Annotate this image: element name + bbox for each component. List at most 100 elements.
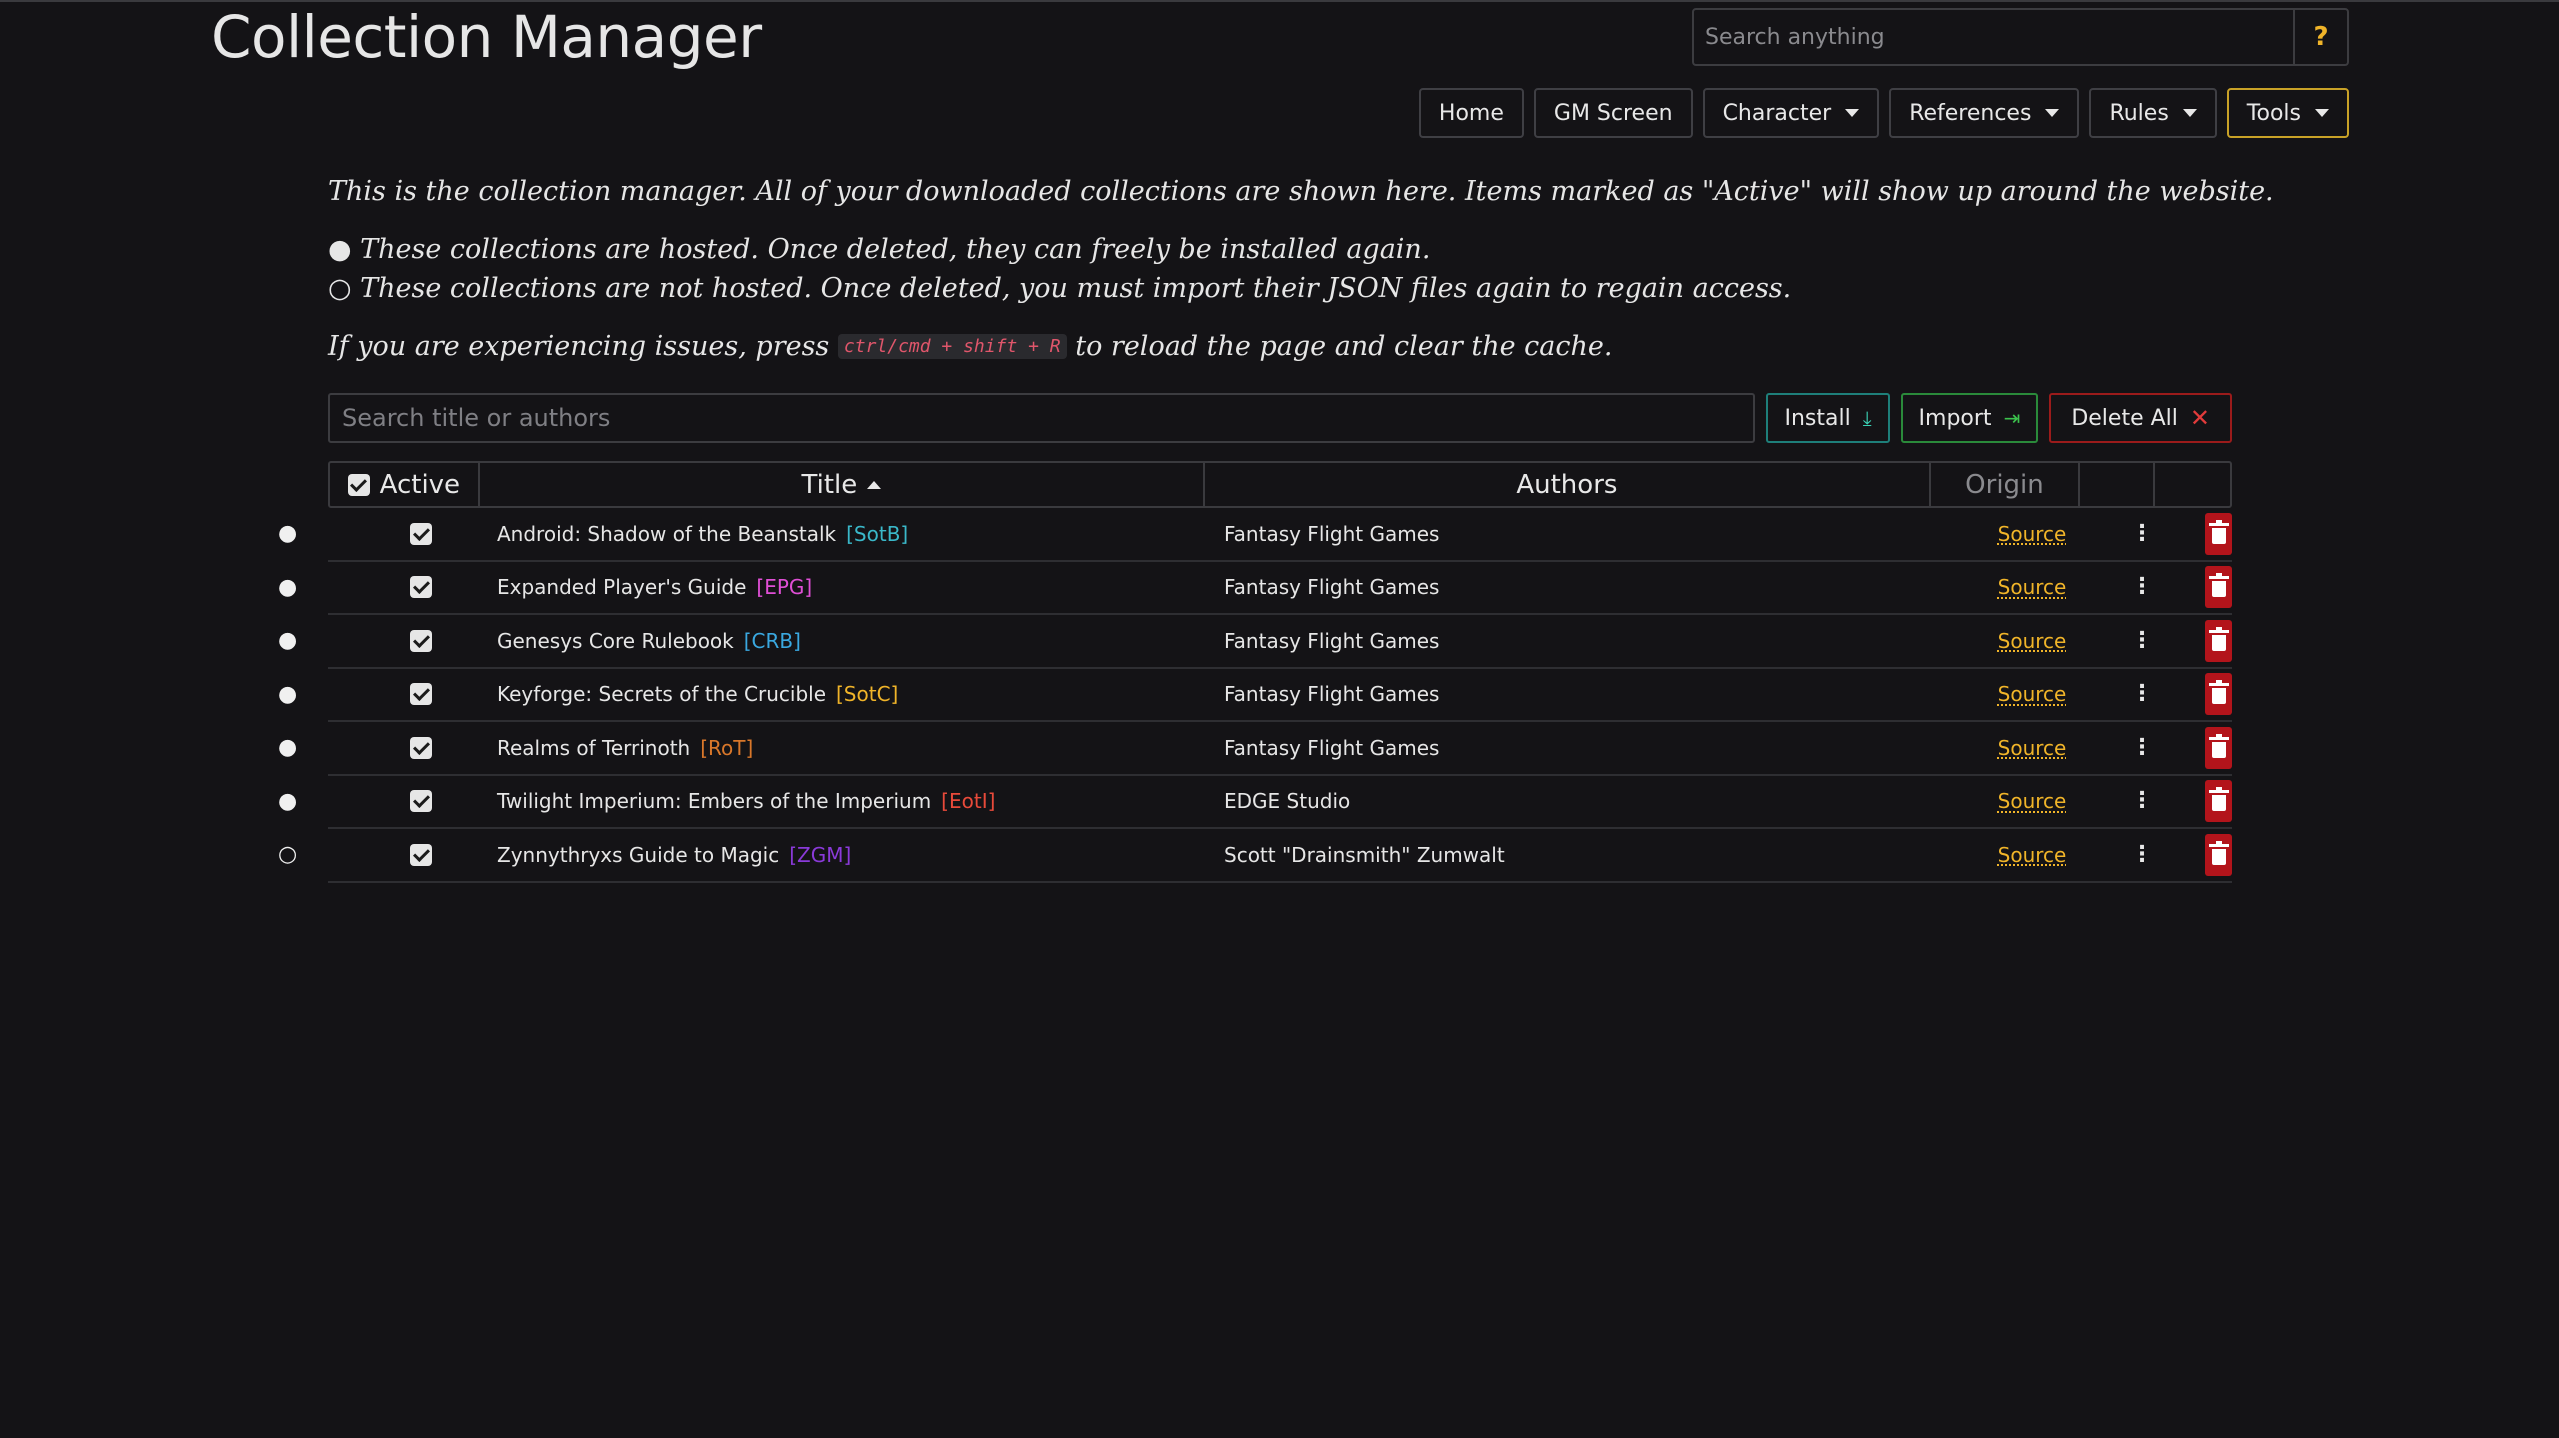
trash-icon: [2208, 573, 2229, 598]
delete-collection-button[interactable]: [2205, 619, 2232, 662]
select-all-checkbox[interactable]: [347, 473, 370, 496]
active-cell: [328, 722, 478, 774]
collection-abbreviation: [SotB]: [846, 521, 909, 546]
nav-rules-button[interactable]: Rules: [2089, 88, 2217, 138]
active-checkbox[interactable]: [410, 629, 432, 652]
delete-cell: [2157, 615, 2232, 667]
nav-home-button[interactable]: Home: [1418, 88, 1524, 138]
collection-title: Twilight Imperium: Embers of the Imperiu…: [497, 789, 932, 814]
source-link[interactable]: Source: [1998, 682, 2067, 706]
import-label: Import: [1918, 405, 1992, 431]
active-cell: [328, 615, 478, 667]
trash-icon: [2208, 840, 2229, 865]
hosted-status-bullet: ●: [278, 788, 298, 814]
import-icon: ⇥: [2003, 406, 2021, 430]
source-link[interactable]: Source: [1998, 522, 2067, 546]
menu-cell: ⋮: [2082, 615, 2157, 667]
nav-gm-screen-button[interactable]: GM Screen: [1533, 88, 1693, 138]
active-checkbox[interactable]: [410, 736, 432, 759]
more-options-icon[interactable]: ⋮: [2131, 736, 2153, 759]
title-cell: Zynnythryxs Guide to Magic [ZGM]: [478, 829, 1205, 881]
delete-all-button[interactable]: Delete All ✕: [2049, 393, 2232, 443]
delete-collection-button[interactable]: [2205, 512, 2232, 555]
collection-authors: Fantasy Flight Games: [1224, 682, 1440, 707]
trash-icon: [2208, 787, 2229, 812]
download-icon: ⤓: [1862, 406, 1872, 430]
more-options-icon[interactable]: ⋮: [2131, 790, 2153, 812]
collection-title: Realms of Terrinoth: [497, 735, 691, 760]
hosted-status-bullet: ○: [278, 842, 298, 868]
hosted-status-bullet: ●: [278, 628, 298, 654]
nav-character-button[interactable]: Character: [1702, 88, 1880, 138]
menu-cell: ⋮: [2082, 776, 2157, 828]
trash-icon: [2208, 733, 2229, 758]
table-body: ● Android: Shadow of the Beanstalk [SotB…: [278, 508, 2232, 883]
header-authors[interactable]: Authors: [1205, 463, 1931, 506]
trash-icon: [2208, 680, 2229, 705]
more-options-icon[interactable]: ⋮: [2131, 629, 2153, 652]
delete-collection-button[interactable]: [2205, 566, 2232, 609]
active-checkbox[interactable]: [410, 576, 432, 599]
active-checkbox[interactable]: [410, 843, 432, 866]
source-link[interactable]: Source: [1998, 736, 2067, 760]
header-origin: Origin: [1931, 463, 2081, 506]
active-cell: [328, 829, 478, 881]
nav-references-button[interactable]: References: [1889, 88, 2080, 138]
source-link[interactable]: Source: [1998, 843, 2067, 867]
more-options-icon[interactable]: ⋮: [2131, 522, 2153, 545]
source-link[interactable]: Source: [1998, 629, 2067, 653]
menu-cell: ⋮: [2082, 508, 2157, 560]
table-row: ● Twilight Imperium: Embers of the Imper…: [278, 776, 2232, 829]
delete-collection-button[interactable]: [2205, 673, 2232, 716]
collection-authors: EDGE Studio: [1224, 789, 1351, 814]
hosted-status-bullet: ●: [278, 574, 298, 600]
active-cell: [328, 508, 478, 560]
delete-collection-button[interactable]: [2205, 780, 2232, 823]
active-cell: [328, 562, 478, 614]
help-button[interactable]: ?: [2293, 10, 2347, 64]
intro-line-description: This is the collection manager. All of y…: [328, 176, 2274, 207]
source-link[interactable]: Source: [1998, 789, 2067, 813]
authors-cell: Fantasy Flight Games: [1205, 562, 1932, 614]
delete-cell: [2157, 562, 2232, 614]
title-cell: Expanded Player's Guide [EPG]: [478, 562, 1205, 614]
title-cell: Twilight Imperium: Embers of the Imperiu…: [478, 776, 1205, 828]
sort-ascending-icon: [867, 480, 882, 489]
nav-tools-button[interactable]: Tools: [2226, 88, 2349, 138]
table-row: ● Android: Shadow of the Beanstalk [SotB…: [278, 508, 2232, 562]
origin-cell: Source: [1932, 829, 2082, 881]
more-options-icon[interactable]: ⋮: [2131, 576, 2153, 598]
authors-cell: Scott "Drainsmith" Zumwalt: [1205, 829, 1932, 881]
delete-cell: [2157, 722, 2232, 774]
more-options-icon[interactable]: ⋮: [2131, 683, 2153, 705]
reload-shortcut: ctrl/cmd + shift + R: [837, 334, 1067, 359]
install-button[interactable]: Install ⤓: [1766, 393, 1890, 443]
trash-icon: [2208, 626, 2229, 651]
nav-label: Rules: [2109, 100, 2169, 126]
delete-cell: [2157, 829, 2232, 881]
header-active-label: Active: [379, 469, 461, 500]
global-search-input[interactable]: [1694, 10, 2293, 64]
import-button[interactable]: Import ⇥: [1900, 393, 2039, 443]
delete-collection-button[interactable]: [2205, 833, 2232, 876]
title-cell: Genesys Core Rulebook [CRB]: [478, 615, 1205, 667]
more-options-icon[interactable]: ⋮: [2131, 843, 2153, 866]
header-title[interactable]: Title: [480, 463, 1206, 506]
header-active[interactable]: Active: [330, 463, 480, 506]
collection-search-input[interactable]: [330, 395, 1754, 441]
active-checkbox[interactable]: [410, 683, 432, 706]
origin-cell: Source: [1932, 508, 2082, 560]
delete-collection-button[interactable]: [2205, 726, 2232, 769]
source-link[interactable]: Source: [1998, 575, 2067, 599]
cache-text-after: to reload the page and clear the cache.: [1075, 331, 1613, 362]
hosted-status-bullet: ●: [278, 681, 298, 707]
collection-title: Genesys Core Rulebook: [497, 628, 734, 653]
active-checkbox[interactable]: [410, 790, 432, 813]
menu-cell: ⋮: [2082, 562, 2157, 614]
collection-abbreviation: [ZGM]: [789, 842, 852, 867]
table-row: ● Genesys Core Rulebook [CRB] Fantasy Fl…: [278, 615, 2232, 669]
title-cell: Keyforge: Secrets of the Crucible [SotC]: [478, 669, 1205, 721]
active-checkbox[interactable]: [410, 522, 432, 545]
title-cell: Realms of Terrinoth [RoT]: [478, 722, 1205, 774]
hosted-status-bullet: ●: [278, 521, 298, 547]
